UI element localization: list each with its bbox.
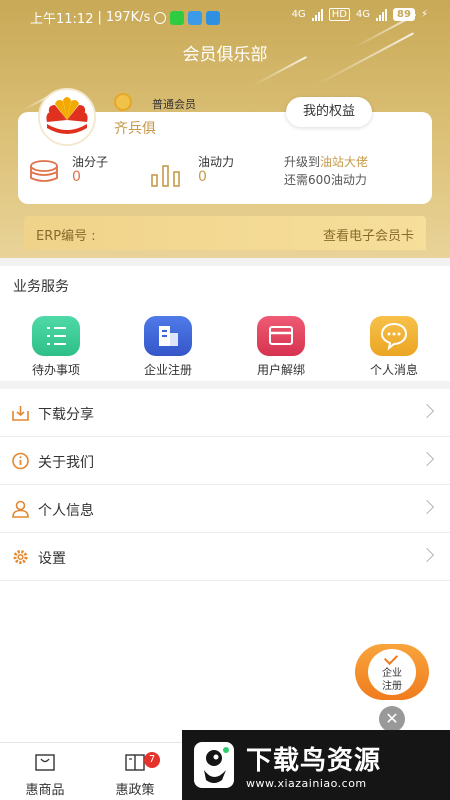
- view-member-card-link[interactable]: 查看电子会员卡: [323, 225, 414, 244]
- signal-icon-2: [376, 8, 388, 21]
- menu-label: 个人信息: [38, 503, 94, 519]
- notification-badge: 7: [144, 752, 160, 768]
- username: 齐兵俱: [114, 121, 156, 137]
- service-user-unbind[interactable]: 用户解绑: [231, 316, 331, 378]
- wechat-icon: [170, 10, 185, 25]
- status-speed: 197K/s: [105, 10, 151, 25]
- todo-list-icon: [32, 316, 80, 356]
- chevron-right-icon: [419, 451, 435, 467]
- float-button-label: 企业 注册: [368, 667, 416, 693]
- oil-power-label: 油动力: [198, 155, 235, 169]
- oil-power-value: 0: [198, 169, 207, 185]
- menu-label: 下载分享: [38, 407, 94, 423]
- service-todo[interactable]: 待办事项: [6, 316, 106, 378]
- service-label: 个人消息: [369, 363, 418, 377]
- menu-download-share[interactable]: 下载分享: [0, 389, 450, 437]
- menu-settings[interactable]: 设置: [0, 533, 450, 581]
- alarm-icon: [154, 11, 167, 24]
- chevron-right-icon: [419, 499, 435, 515]
- chevron-right-icon: [419, 403, 435, 419]
- tab-products[interactable]: 惠商品: [0, 753, 90, 798]
- upgrade-prefix: 升级到: [284, 155, 321, 169]
- card-icon: [257, 316, 305, 356]
- bag-icon: [35, 754, 55, 771]
- watermark-title: 下载鸟资源: [246, 746, 382, 776]
- coins-icon: [30, 160, 58, 182]
- watermark-url: www.xiazainiao.com: [246, 777, 367, 790]
- service-label: 待办事项: [31, 363, 80, 377]
- status-right: 4G HD 4G 89 ⚡: [292, 8, 428, 21]
- service-label: 用户解绑: [256, 363, 305, 377]
- cloud-icon: [206, 10, 221, 25]
- building-icon: [144, 316, 192, 356]
- member-level-icon: [114, 93, 132, 111]
- close-float-button[interactable]: ✕: [379, 706, 405, 732]
- company-register-float-button[interactable]: 企业 注册: [355, 644, 429, 700]
- member-level: 普通会员: [152, 98, 196, 111]
- business-services-title: 业务服务: [13, 279, 69, 295]
- chat-bubble-icon: [370, 316, 418, 356]
- book-icon: [125, 754, 145, 771]
- upgrade-target: 升级到油站大佬: [284, 153, 368, 170]
- bird-logo-icon: [194, 742, 234, 788]
- page-title: 会员俱乐部: [182, 45, 268, 65]
- oil-molecule-value: 0: [72, 169, 81, 185]
- section-divider: [0, 381, 450, 389]
- oil-molecule-label: 油分子: [72, 155, 109, 169]
- float-button-inner: 企业 注册: [368, 649, 416, 695]
- avatar[interactable]: [38, 88, 96, 146]
- upgrade-target-name: 油站大佬: [320, 155, 369, 169]
- gear-icon: [13, 550, 28, 564]
- erp-bar: ERP编号 : 查看电子会员卡: [24, 216, 426, 250]
- chevron-right-icon: [419, 547, 435, 563]
- network-type-1: 4G: [291, 9, 306, 20]
- menu-label: 设置: [38, 551, 66, 567]
- tab-label: 惠政策: [115, 783, 155, 798]
- service-personal-messages[interactable]: 个人消息: [344, 316, 444, 378]
- signal-icon: [311, 8, 323, 21]
- upgrade-requirement: 还需600油动力: [284, 173, 367, 187]
- tab-label: 惠商品: [25, 783, 65, 798]
- watermark-banner: 下载鸟资源 www.xiazainiao.com: [182, 730, 450, 800]
- company-logo-icon: [40, 90, 94, 144]
- service-label: 企业注册: [143, 363, 192, 377]
- section-divider: [0, 258, 450, 266]
- network-type-2: 4G: [355, 9, 371, 20]
- hd-badge: HD: [328, 8, 350, 21]
- my-benefits-button[interactable]: 我的权益: [286, 97, 372, 127]
- app-icon: [188, 10, 203, 25]
- service-company-register[interactable]: 企业注册: [118, 316, 218, 378]
- bar-chart-icon: [151, 165, 180, 187]
- check-icon: [383, 650, 399, 666]
- battery-indicator: 89: [393, 8, 415, 21]
- status-bar: 上午11:12 | 197K/s 4G HD 4G 89 ⚡: [0, 0, 450, 32]
- erp-label: ERP编号 :: [36, 229, 96, 244]
- tab-policies[interactable]: 惠政策: [90, 753, 180, 798]
- status-time: 上午11:12: [30, 12, 94, 27]
- menu-personal-info[interactable]: 个人信息: [0, 485, 450, 533]
- person-icon: [12, 500, 29, 518]
- download-icon: [12, 406, 29, 421]
- charging-icon: ⚡: [420, 9, 428, 20]
- info-icon: [12, 452, 29, 470]
- status-left: 上午11:12 | 197K/s: [30, 8, 221, 27]
- float-label-line2: 注册: [382, 681, 402, 692]
- float-label-line1: 企业: [382, 668, 402, 679]
- menu-label: 关于我们: [38, 455, 94, 471]
- menu-about-us[interactable]: 关于我们: [0, 437, 450, 485]
